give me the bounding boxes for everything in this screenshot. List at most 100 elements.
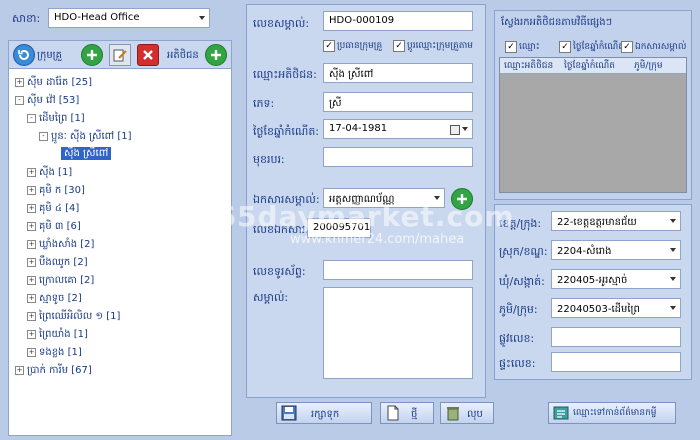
delete-button-label: លុប [467,409,483,420]
expand-icon[interactable]: + [27,347,36,357]
phone-field[interactable] [323,260,473,280]
search-name-checkbox[interactable]: ✓ [505,41,517,53]
address-panel: ខេត្ត/ក្រុង: 22-ខេត្តឧត្តរមានជ័យ ស្រុក/ខ… [494,204,692,380]
tree-node[interactable]: - ស៊ីម វ៉ៅ [53] [15,93,79,108]
new-button[interactable]: ថ្មី [380,402,434,424]
occupation-label: មុខរបរ: [253,153,285,166]
note-label: សម្គាល់: [253,291,289,304]
edit-group-button[interactable] [109,44,131,66]
branch-select[interactable]: HDO-Head Office [48,8,210,28]
occupation-field[interactable] [323,147,473,167]
group-tree[interactable]: + ស៊ីម ដារ៉ែត [25] - ស៊ីម វ៉ៅ [53] - ដើមព្រ… [8,68,232,436]
tree-node[interactable]: + គុមិ ក [30] [27,183,85,198]
gender-field[interactable]: ស្រី [323,92,473,112]
add-group-button[interactable] [81,44,103,66]
grid-header: ឈ្មោះអតិថិជន ថ្ងៃខែឆ្នាំកំណើត ភូមិ/ក្រុម [500,58,686,74]
collapse-icon[interactable]: - [15,95,24,105]
search-doc-checkbox[interactable]: ✓ [621,41,633,53]
district-value: 2204-សំរោង [557,246,612,257]
village-value: 22040503-ដើមព្រៃ [557,304,640,315]
tree-node[interactable]: + ឃ្លាំងសាំង [2] [27,237,94,252]
group-name-checkbox[interactable]: ✓ [393,40,405,52]
expand-icon[interactable]: + [27,203,36,213]
expand-icon[interactable]: + [15,365,24,375]
village-label: ភូមិ/ក្រុម: [499,303,538,316]
goto-loan-button[interactable]: ឈ្មោះទៅកាន់ព័ត៌មានកម្ចី [548,402,676,424]
tree-node[interactable]: - ដើមព្រៃ [1] [27,111,85,126]
watermark-domain: 365daymarket.com [196,200,515,233]
tree-node[interactable]: + គុមិ ៤ [4] [27,201,79,216]
street-field[interactable] [551,327,681,347]
group-name-checkbox-label: ប្តូរឈ្មោះក្រុមគ្រួតាម [407,41,474,51]
tree-node-selected[interactable]: ស៊ីង ស្រីពៅ [61,146,112,161]
column-header[interactable]: ភូមិ/ក្រុម [634,60,663,73]
delete-group-button[interactable] [137,44,159,66]
new-document-icon [387,405,399,421]
tree-node[interactable]: + បឹងឈូក [2] [27,255,88,270]
name-field[interactable]: ស៊ីង ស្រីពៅ [323,63,473,83]
search-title: ស្វែងរកអតិថិជនតាមវិធីផ្សេងៗ [501,17,613,28]
tree-node[interactable]: + ព្រៃឈើអិលិល ១ [1] [27,309,120,324]
note-field[interactable] [323,287,473,379]
expand-icon[interactable]: + [27,221,36,231]
commune-select[interactable]: 220405-អូរស្មាច់ [551,269,681,289]
tree-node[interactable]: + ព្រៃយាំង [1] [27,327,88,342]
district-select[interactable]: 2204-សំរោង [551,240,681,260]
head-checkbox[interactable]: ✓ [323,40,335,52]
tree-node[interactable]: + ទងខ្លង [1] [27,345,82,360]
tree-node[interactable]: + ស៊ីម ដារ៉ែត [25] [15,75,92,90]
search-panel: ស្វែងរកអតិថិជនតាមវិធីផ្សេងៗ ✓ ឈ្មោះ ✓ ថ្… [494,10,692,200]
expand-icon[interactable]: + [15,77,24,87]
refresh-icon [18,49,29,60]
plus-icon [87,50,97,60]
tree-node[interactable]: + ក្រោលគោ [2] [27,273,94,288]
collapse-icon[interactable]: - [39,131,48,141]
tree-node[interactable]: + ស៊ីង [1] [27,165,72,180]
id-label: លេខសម្គាល់: [253,17,310,30]
house-label: ផ្ទះលេខ: [499,357,536,370]
add-customer-button[interactable] [205,44,227,66]
expand-icon[interactable]: + [27,275,36,285]
village-select[interactable]: 22040503-ដើមព្រៃ [551,298,681,318]
tree-node[interactable]: + ប្រាក់ ការីម [67] [15,363,92,378]
watermark-url: www.khmer24.com/mahea [290,232,465,247]
save-button[interactable]: រក្សាទុក [276,402,372,424]
new-button-label: ថ្មី [411,409,418,420]
chevron-down-icon [670,306,676,310]
trash-icon [447,407,459,421]
save-button-label: រក្សាទុក [311,409,340,420]
gender-label: ភេទ: [253,97,275,110]
phone-label: លេខទូរស័ព្ទ: [253,265,306,278]
expand-icon[interactable]: + [27,239,36,249]
search-name-label: ឈ្មោះ [519,42,540,52]
tree-node[interactable]: - ប្អូនៈ ស៊ីង ស្រីពៅ [1] [39,129,132,144]
province-select[interactable]: 22-ខេត្តឧត្តរមានជ័យ [551,211,681,231]
expand-icon[interactable]: + [27,293,36,303]
tree-node[interactable]: + គុមិ ៣ [6] [27,219,81,234]
house-field[interactable] [551,352,681,372]
id-field[interactable]: HDO-000109 [323,11,473,31]
expand-icon[interactable]: + [27,311,36,321]
expand-icon[interactable]: + [27,329,36,339]
branch-value: HDO-Head Office [54,12,140,23]
name-label: ឈ្មោះអតិថិជន: [253,68,317,81]
edit-icon [113,49,127,62]
calendar-icon[interactable] [450,125,460,135]
close-icon [143,50,153,60]
tree-node[interactable]: + ស្មាទូច [2] [27,291,82,306]
column-header[interactable]: ថ្ងៃខែឆ្នាំកំណើត [564,60,615,73]
refresh-button[interactable] [13,44,35,66]
chevron-down-icon [670,248,676,252]
street-label: ផ្លូវលេខ: [499,332,535,345]
plus-icon [211,50,221,60]
delete-button[interactable]: លុប [440,402,494,424]
expand-icon[interactable]: + [27,167,36,177]
column-header[interactable]: ឈ្មោះអតិថិជន [504,60,553,73]
search-results-grid[interactable]: ឈ្មោះអតិថិជន ថ្ងៃខែឆ្នាំកំណើត ភូមិ/ក្រុម [499,57,687,193]
expand-icon[interactable]: + [27,257,36,267]
head-checkbox-label: ប្រធានក្រុមគ្រួ [337,41,383,51]
collapse-icon[interactable]: - [27,113,36,123]
expand-icon[interactable]: + [27,185,36,195]
search-dob-checkbox[interactable]: ✓ [559,41,571,53]
dob-picker[interactable]: 17-04-1981 [323,119,473,139]
